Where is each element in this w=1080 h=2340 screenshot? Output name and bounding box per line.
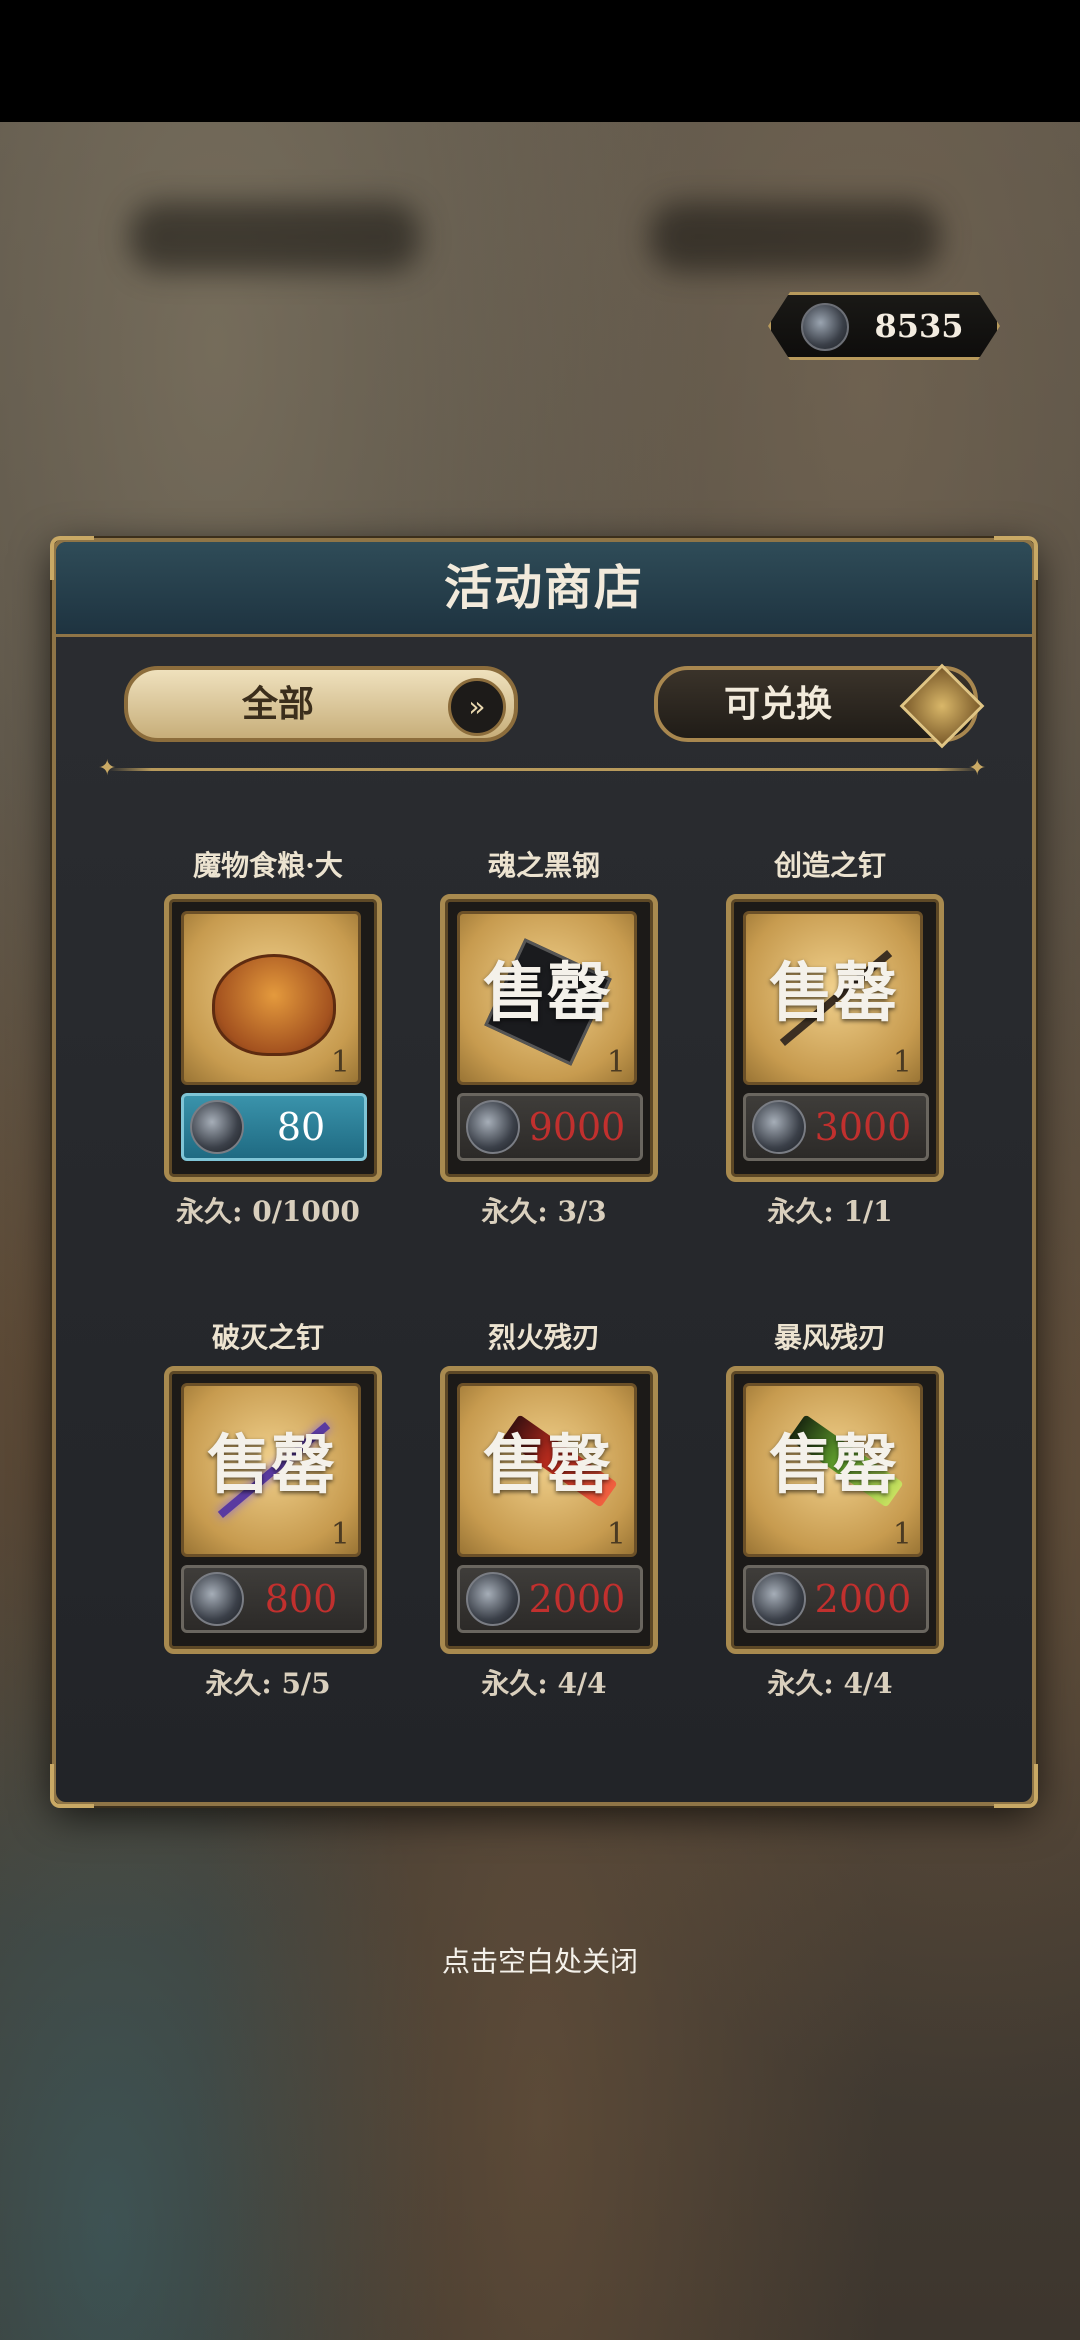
soul-coin-icon <box>801 303 849 351</box>
item-card[interactable]: 售罄 1 2000 <box>726 1366 944 1654</box>
item-art: 售罄 1 <box>457 1383 637 1557</box>
item-name: 魂之黑钢 <box>487 849 600 882</box>
price-button[interactable]: 2000 <box>457 1565 643 1633</box>
sold-out-stamp: 售罄 <box>769 1429 897 1503</box>
divider <box>108 768 980 771</box>
item-quantity: 1 <box>892 1517 912 1552</box>
corner-ornament <box>994 1764 1038 1808</box>
soul-coin-icon <box>466 1572 520 1626</box>
purchase-limit: 永久: 4/4 <box>481 1667 607 1700</box>
purchase-limit: 永久: 4/4 <box>767 1667 893 1700</box>
shop-item[interactable]: 创造之钉 售罄 1 3000 永久: 1/1 <box>710 844 950 1244</box>
item-quantity: 1 <box>606 1045 626 1080</box>
price-button[interactable]: 9000 <box>457 1093 643 1161</box>
price-button[interactable]: 2000 <box>743 1565 929 1633</box>
item-card[interactable]: 1 80 <box>164 894 382 1182</box>
item-card[interactable]: 售罄 1 3000 <box>726 894 944 1182</box>
item-quantity: 1 <box>330 1045 350 1080</box>
soul-coin-icon <box>752 1572 806 1626</box>
shop-item[interactable]: 魔物食粮·大 1 80 永久: 0/1000 <box>148 844 388 1244</box>
shop-item[interactable]: 魂之黑钢 售罄 1 9000 永久: 3/3 <box>424 844 664 1244</box>
purchase-limit: 永久: 5/5 <box>205 1667 331 1700</box>
price-value: 800 <box>264 1577 338 1621</box>
shop-item[interactable]: 暴风残刃 售罄 1 2000 永久: 4/4 <box>710 1316 950 1716</box>
price-value: 2000 <box>528 1577 626 1621</box>
price-button[interactable]: 800 <box>181 1565 367 1633</box>
sold-out-stamp: 售罄 <box>483 957 611 1031</box>
price-value: 2000 <box>814 1577 912 1621</box>
soul-coin-icon <box>190 1100 244 1154</box>
item-quantity: 1 <box>330 1517 350 1552</box>
sold-out-stamp: 售罄 <box>769 957 897 1031</box>
close-hint: 点击空白处关闭 <box>441 1945 638 1978</box>
item-art: 售罄 1 <box>181 1383 361 1557</box>
item-name: 创造之钉 <box>773 849 886 882</box>
item-art: 售罄 1 <box>457 911 637 1085</box>
item-art: 售罄 1 <box>743 911 923 1085</box>
status-bar <box>0 0 1080 122</box>
item-art: 售罄 1 <box>743 1383 923 1557</box>
item-name: 烈火残刃 <box>487 1321 600 1354</box>
filter-all-label: 全部 <box>241 683 314 725</box>
blurred-element <box>650 202 940 272</box>
toggle-diamond-icon[interactable] <box>899 663 985 749</box>
item-art: 1 <box>181 911 361 1085</box>
soul-coin-icon <box>190 1572 244 1626</box>
corner-ornament <box>50 1764 94 1808</box>
soul-coin-icon <box>466 1100 520 1154</box>
corner-ornament <box>994 536 1038 580</box>
corner-ornament <box>50 536 94 580</box>
exchangeable-label: 可兑换 <box>723 683 832 725</box>
shop-item[interactable]: 烈火残刃 售罄 1 2000 永久: 4/4 <box>424 1316 664 1716</box>
shop-item[interactable]: 破灭之钉 售罄 1 800 永久: 5/5 <box>148 1316 388 1716</box>
exchangeable-toggle[interactable]: 可兑换 <box>654 663 985 749</box>
item-card[interactable]: 售罄 1 9000 <box>440 894 658 1182</box>
purchase-limit: 永久: 3/3 <box>481 1195 607 1228</box>
divider-ornament-icon: ✦ <box>98 756 117 781</box>
item-name: 魔物食粮·大 <box>193 849 343 882</box>
soul-coin-icon <box>752 1100 806 1154</box>
currency-display: 8535 <box>768 292 1000 360</box>
filter-all-dropdown[interactable]: 全部 » <box>124 666 518 742</box>
item-card[interactable]: 售罄 1 800 <box>164 1366 382 1654</box>
event-shop-panel: 活动商店 全部 » 可兑换 ✦ ✦ 魔物食粮·大 1 80 永久: 0/1000… <box>50 536 1038 1808</box>
item-name: 暴风残刃 <box>773 1321 886 1354</box>
blurred-element <box>130 202 420 272</box>
price-button[interactable]: 3000 <box>743 1093 929 1161</box>
price-value: 80 <box>276 1105 326 1149</box>
sold-out-stamp: 售罄 <box>207 1429 335 1503</box>
item-name: 破灭之钉 <box>211 1321 324 1354</box>
sold-out-stamp: 售罄 <box>483 1429 611 1503</box>
panel-title: 活动商店 <box>443 560 644 616</box>
price-button[interactable]: 80 <box>181 1093 367 1161</box>
item-quantity: 1 <box>606 1517 626 1552</box>
purchase-limit: 永久: 1/1 <box>767 1195 893 1228</box>
item-card[interactable]: 售罄 1 2000 <box>440 1366 658 1654</box>
purchase-limit: 永久: 0/1000 <box>176 1195 360 1228</box>
currency-amount: 8535 <box>874 307 964 345</box>
chevron-down-icon[interactable]: » <box>448 678 506 736</box>
divider-ornament-icon: ✦ <box>968 756 987 781</box>
food-basket-icon <box>212 954 336 1056</box>
price-value: 9000 <box>528 1105 626 1149</box>
price-value: 3000 <box>814 1105 912 1149</box>
panel-header: 活动商店 <box>56 542 1032 637</box>
item-quantity: 1 <box>892 1045 912 1080</box>
